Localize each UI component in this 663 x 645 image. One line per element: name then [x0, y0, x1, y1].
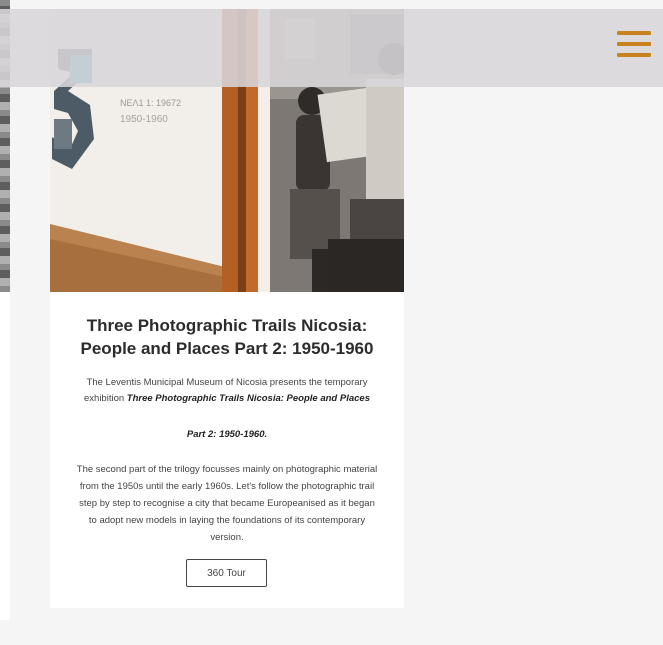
exhibition-title: Three Photographic Trails Nicosia: Peopl…: [80, 316, 374, 358]
exhibition-intro: The Leventis Municipal Museum of Nicosia…: [70, 375, 384, 407]
previous-card-edge[interactable]: [0, 0, 10, 620]
menu-bar: [617, 31, 651, 35]
wall-caption-line1: ΝΕΛ1 1: 19672: [120, 98, 181, 108]
exhibition-card: ΝΕΛ1 1: 19672 1950-1960 Three Photograph…: [50, 9, 404, 608]
menu-bar: [617, 53, 651, 57]
intro-exhibition-name: Three Photographic Trails Nicosia: Peopl…: [126, 393, 370, 404]
exhibition-dates: Part 2: 1950-1960.: [186, 429, 268, 440]
360-tour-button[interactable]: 360 Tour: [186, 559, 267, 587]
wall-caption-line2: 1950-1960: [120, 114, 168, 125]
exhibition-description: The second part of the trilogy focusses …: [76, 464, 378, 543]
hamburger-menu-icon[interactable]: [617, 29, 651, 61]
menu-bar: [617, 42, 651, 46]
site-header: [0, 9, 663, 87]
